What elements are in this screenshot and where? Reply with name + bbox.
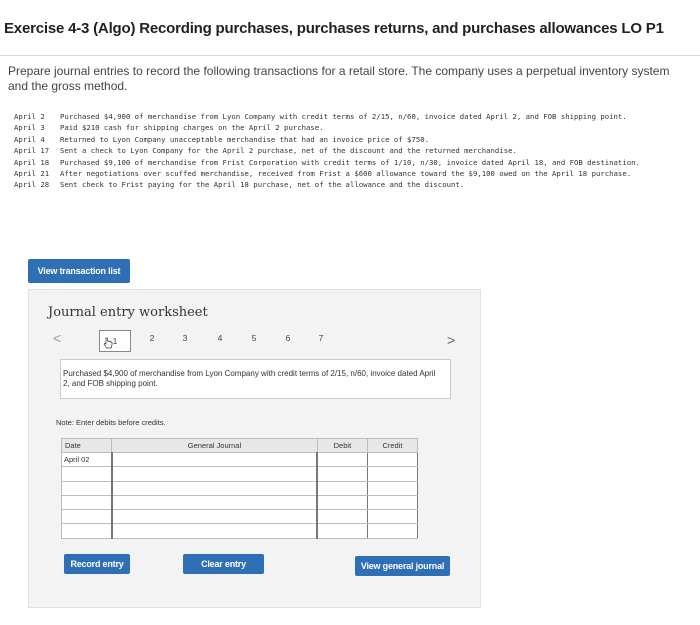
- credit-input[interactable]: [366, 509, 419, 525]
- view-general-journal-button[interactable]: View general journal: [355, 556, 450, 576]
- transaction-date: April 2: [14, 112, 45, 121]
- hand-cursor-icon: [103, 337, 113, 349]
- page-button-3[interactable]: 3: [178, 333, 192, 343]
- record-entry-button[interactable]: Record entry: [64, 554, 130, 574]
- debit-column-header: Debit: [316, 438, 368, 453]
- debit-input[interactable]: [316, 523, 368, 539]
- page-button-5[interactable]: 5: [247, 333, 261, 343]
- credit-input[interactable]: [366, 480, 419, 496]
- debit-input[interactable]: [316, 451, 368, 468]
- instructions-text: Prepare journal entries to record the fo…: [8, 64, 670, 93]
- account-select[interactable]: [110, 509, 319, 525]
- transaction-row: April 21 After negotiations over scuffed…: [14, 169, 694, 179]
- journal-table: Date General Journal Debit Credit April …: [60, 438, 419, 539]
- transaction-row: April 28 Sent check to Frist paying for …: [14, 180, 694, 190]
- table-row: [60, 466, 419, 482]
- transaction-row: April 17 Sent a check to Lyon Company fo…: [14, 146, 694, 156]
- transaction-date: April 17: [14, 146, 50, 156]
- account-select[interactable]: [110, 466, 319, 482]
- debit-input[interactable]: [316, 480, 368, 496]
- prev-page-button[interactable]: <: [53, 330, 61, 346]
- credit-input[interactable]: [366, 494, 419, 511]
- page-button-7[interactable]: 7: [314, 333, 328, 343]
- transaction-date: April 21: [14, 168, 50, 178]
- transaction-text: Sent check to Frist paying for the April…: [60, 180, 465, 190]
- date-cell: [60, 494, 113, 511]
- date-column-header: Date: [60, 438, 113, 453]
- credit-input[interactable]: [366, 451, 419, 468]
- transaction-text: Paid $210 cash for shipping charges on t…: [60, 123, 324, 133]
- date-cell: [60, 480, 113, 496]
- transaction-text: Purchased $4,900 of merchandise from Lyo…: [60, 112, 627, 121]
- title-bar: Exercise 4-3 (Algo) Recording purchases,…: [0, 0, 700, 56]
- transaction-text: After negotiations over scuffed merchand…: [60, 168, 632, 178]
- debit-input[interactable]: [316, 494, 368, 511]
- journal-entry-worksheet: Journal entry worksheet < 1 2 3 4 5 6 7 …: [28, 289, 481, 608]
- debit-input[interactable]: [316, 466, 368, 482]
- account-select[interactable]: [110, 451, 319, 468]
- table-row: [60, 509, 419, 525]
- table-row: [60, 523, 419, 539]
- transaction-text: Purchased $9,100 of merchandise from Fri…: [60, 157, 640, 167]
- credit-column-header: Credit: [366, 438, 419, 453]
- table-row: [60, 480, 419, 496]
- date-cell: [60, 509, 113, 525]
- account-select[interactable]: [110, 480, 319, 496]
- worksheet-title: Journal entry worksheet: [48, 305, 208, 320]
- note-text: Note: Enter debits before credits.: [56, 418, 166, 427]
- transaction-date: April 4: [14, 134, 45, 144]
- transaction-date: April 18: [14, 157, 50, 167]
- transaction-text: Sent a check to Lyon Company for the Apr…: [60, 146, 517, 156]
- journal-header-row: Date General Journal Debit Credit: [60, 438, 419, 453]
- transaction-date: April 3: [14, 123, 45, 133]
- page-title: Exercise 4-3 (Algo) Recording purchases,…: [4, 20, 664, 37]
- credit-input[interactable]: [366, 523, 419, 539]
- date-cell: [60, 466, 113, 482]
- date-cell: [60, 523, 113, 539]
- transaction-row: April 18 Purchased $9,100 of merchandise…: [14, 158, 694, 168]
- view-transaction-list-button[interactable]: View transaction list: [28, 259, 130, 283]
- account-select[interactable]: [110, 523, 319, 539]
- account-select[interactable]: [110, 494, 319, 511]
- transaction-date: April 28: [14, 180, 50, 190]
- general-journal-column-header: General Journal: [111, 438, 318, 453]
- date-cell[interactable]: April 02: [60, 451, 113, 468]
- table-row: [60, 494, 419, 511]
- transaction-row: April 3 Paid $210 cash for shipping char…: [14, 123, 694, 133]
- page-button-6[interactable]: 6: [281, 333, 295, 343]
- page-button-2[interactable]: 2: [145, 333, 159, 343]
- transaction-row: April 4 Returned to Lyon Company unaccep…: [14, 135, 694, 145]
- clear-entry-button[interactable]: Clear entry: [183, 554, 264, 574]
- debit-input[interactable]: [316, 509, 368, 525]
- worksheet-pagination: < 1 2 3 4 5 6 7 >: [49, 328, 459, 352]
- next-page-button[interactable]: >: [447, 332, 455, 348]
- table-row: April 02: [60, 451, 419, 468]
- transaction-list: April 2 Purchased $4,900 of merchandise …: [14, 112, 694, 192]
- credit-input[interactable]: [366, 466, 419, 482]
- transaction-text: Returned to Lyon Company unacceptable me…: [60, 134, 430, 144]
- page-button-4[interactable]: 4: [213, 333, 227, 343]
- transaction-description: Purchased $4,900 of merchandise from Lyo…: [60, 359, 451, 399]
- transaction-row: April 2 Purchased $4,900 of merchandise …: [14, 112, 694, 122]
